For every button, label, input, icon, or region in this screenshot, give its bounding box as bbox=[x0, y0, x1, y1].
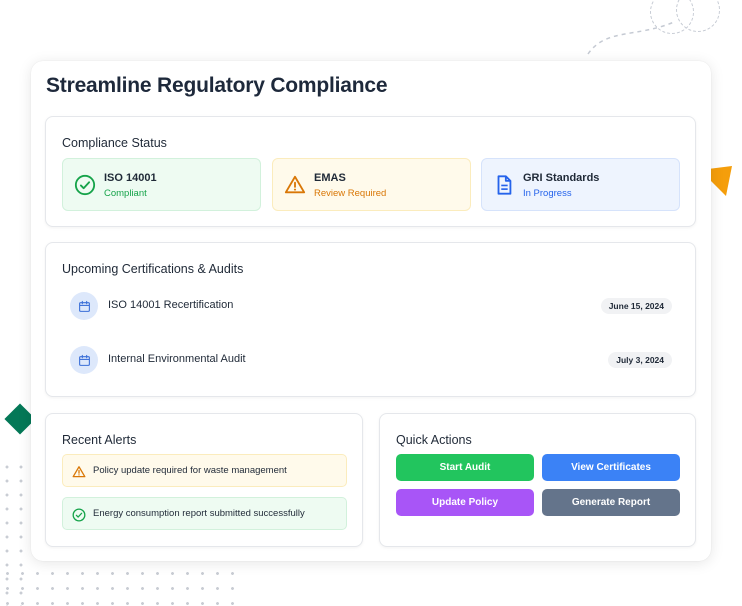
date-badge: June 15, 2024 bbox=[600, 298, 672, 314]
decorative-dashed-curve bbox=[587, 21, 675, 55]
warning-triangle-icon bbox=[72, 466, 86, 478]
panel-title: Quick Actions bbox=[396, 433, 472, 447]
status-state: Review Required bbox=[314, 188, 387, 199]
audit-label: ISO 14001 Recertification bbox=[108, 299, 234, 311]
upcoming-audits-panel: Upcoming Certifications & Audits ISO 140… bbox=[45, 242, 696, 397]
date-badge: July 3, 2024 bbox=[608, 352, 672, 368]
panel-title: Recent Alerts bbox=[62, 433, 137, 447]
status-card-emas[interactable]: EMAS Review Required bbox=[272, 158, 471, 211]
document-icon bbox=[497, 175, 512, 195]
status-name: ISO 14001 bbox=[104, 172, 157, 184]
audit-label: Internal Environmental Audit bbox=[108, 353, 246, 365]
alert-item-success[interactable]: Energy consumption report submitted succ… bbox=[62, 497, 347, 530]
start-audit-button[interactable]: Start Audit bbox=[396, 454, 534, 481]
list-item[interactable]: ISO 14001 Recertification June 15, 2024 bbox=[70, 292, 672, 320]
status-name: EMAS bbox=[314, 172, 346, 184]
check-circle-icon bbox=[72, 508, 86, 522]
status-state: Compliant bbox=[104, 188, 147, 199]
compliance-status-panel: Compliance Status ISO 14001 Compliant EM… bbox=[45, 116, 696, 227]
alert-text: Policy update required for waste managem… bbox=[93, 465, 287, 476]
panel-title: Compliance Status bbox=[62, 136, 167, 150]
recent-alerts-panel: Recent Alerts Policy update required for… bbox=[45, 413, 363, 547]
status-card-gri-standards[interactable]: GRI Standards In Progress bbox=[481, 158, 680, 211]
alert-item-warning[interactable]: Policy update required for waste managem… bbox=[62, 454, 347, 487]
warning-triangle-icon bbox=[284, 175, 306, 194]
quick-actions-panel: Quick Actions Start Audit View Certifica… bbox=[379, 413, 696, 547]
view-certificates-button[interactable]: View Certificates bbox=[542, 454, 680, 481]
decorative-dot-grid bbox=[0, 566, 240, 606]
list-item[interactable]: Internal Environmental Audit July 3, 202… bbox=[70, 346, 672, 374]
alert-text: Energy consumption report submitted succ… bbox=[93, 508, 305, 519]
calendar-icon bbox=[70, 292, 98, 320]
generate-report-button[interactable]: Generate Report bbox=[542, 489, 680, 516]
check-circle-icon bbox=[74, 174, 96, 196]
page-title: Streamline Regulatory Compliance bbox=[46, 74, 388, 97]
panel-title: Upcoming Certifications & Audits bbox=[62, 262, 244, 276]
status-card-iso-14001[interactable]: ISO 14001 Compliant bbox=[62, 158, 261, 211]
status-name: GRI Standards bbox=[523, 172, 600, 184]
update-policy-button[interactable]: Update Policy bbox=[396, 489, 534, 516]
status-state: In Progress bbox=[523, 188, 572, 199]
compliance-dashboard-card: Streamline Regulatory Compliance Complia… bbox=[31, 61, 711, 561]
calendar-icon bbox=[70, 346, 98, 374]
